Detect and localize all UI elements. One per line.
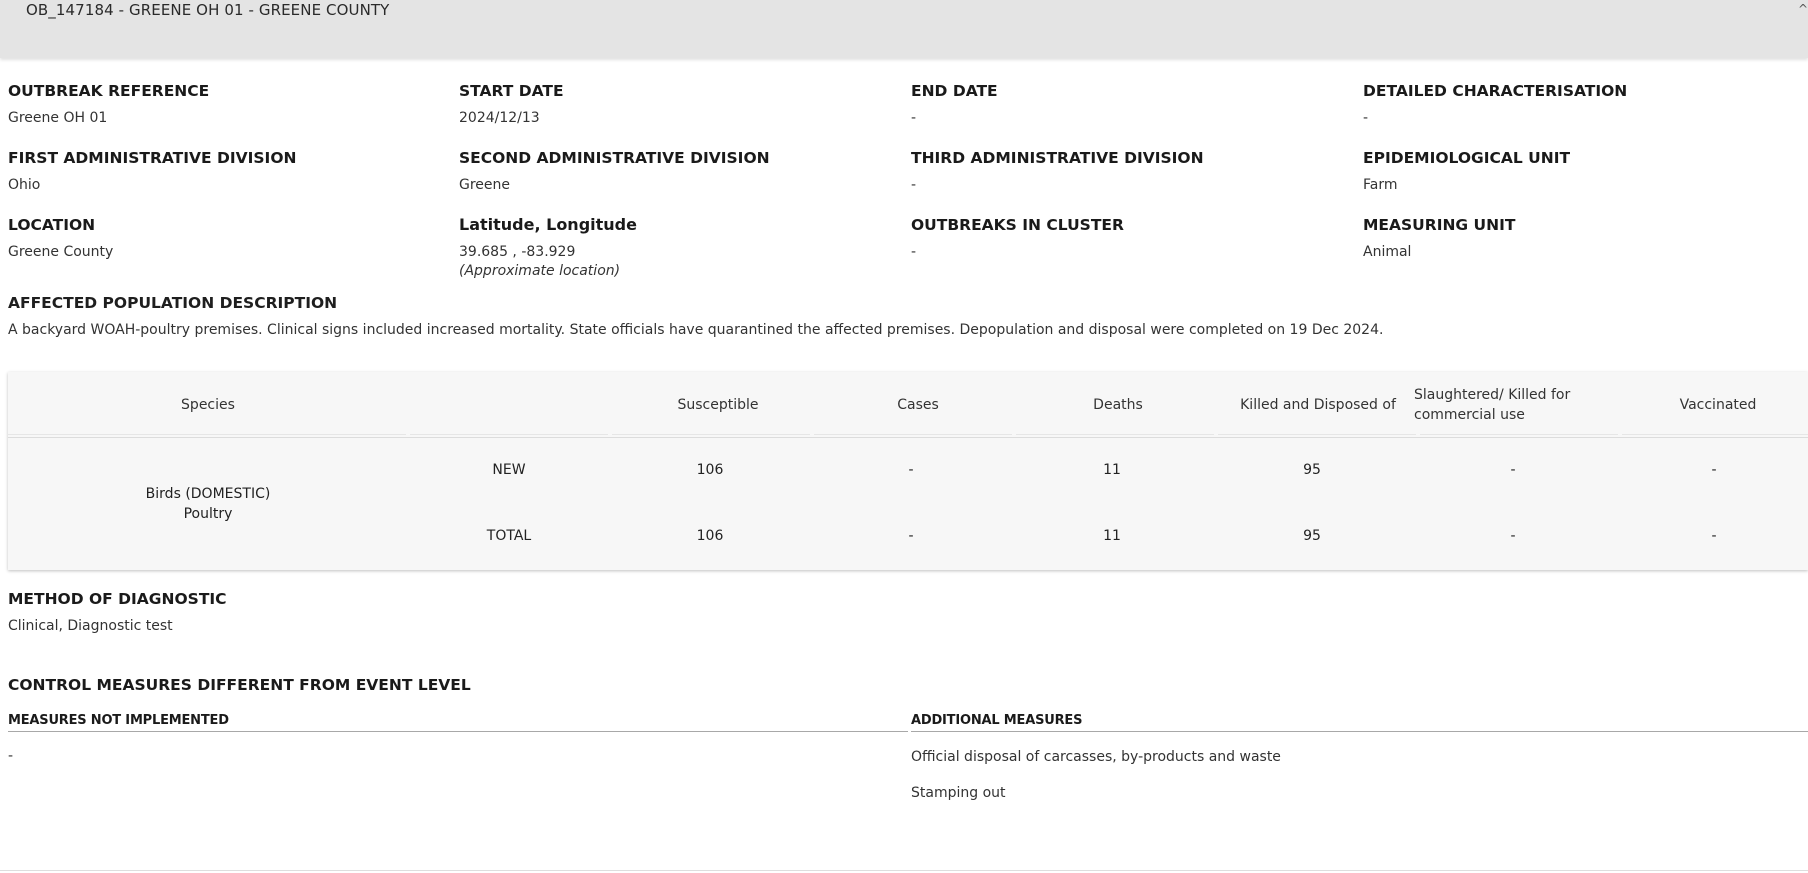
end-date-label: END DATE <box>911 82 998 100</box>
measures-not-implemented-label: MEASURES NOT IMPLEMENTED <box>8 713 229 728</box>
first-admin-division-value: Ohio <box>8 177 41 193</box>
header-cases: Cases <box>897 397 939 413</box>
start-date-value: 2024/12/13 <box>459 110 540 126</box>
field-first-admin-division: FIRST ADMINISTRATIVE DIVISION Ohio <box>8 149 296 193</box>
header-killed-disposed: Killed and Disposed of <box>1240 397 1396 413</box>
deaths-value: 11 <box>1103 528 1121 544</box>
killed-disposed-value: 95 <box>1303 462 1321 478</box>
end-date-value: - <box>911 110 917 126</box>
divider <box>8 731 908 732</box>
third-admin-division-value: - <box>911 177 917 193</box>
outbreak-reference-value: Greene OH 01 <box>8 110 108 126</box>
field-lat-long: Latitude, Longitude 39.685 , -83.929 (Ap… <box>459 215 637 279</box>
approximate-location-note: (Approximate location) <box>459 263 621 279</box>
field-end-date: END DATE - <box>911 82 998 126</box>
species-name: Birds (DOMESTIC) Poultry <box>145 486 271 522</box>
row-type: TOTAL <box>486 528 532 544</box>
lat-long-label: Latitude, Longitude <box>459 215 637 234</box>
header-slaughtered: Slaughtered/ Killed for commercial use <box>1414 387 1571 423</box>
epidemiological-unit-value: Farm <box>1363 177 1398 193</box>
deaths-value: 11 <box>1103 462 1121 478</box>
divider <box>911 731 1808 732</box>
divider <box>1622 434 1808 435</box>
additional-measure-item: Stamping out <box>911 785 1006 801</box>
outbreak-header[interactable]: OB_147184 - GREENE OH 01 - GREENE COUNTY… <box>0 0 1808 58</box>
field-outbreaks-in-cluster: OUTBREAKS IN CLUSTER - <box>911 216 1124 260</box>
susceptible-value: 106 <box>696 462 724 478</box>
row-type: NEW <box>492 462 526 478</box>
divider <box>1016 434 1214 435</box>
divider <box>8 434 406 435</box>
header-susceptible: Susceptible <box>677 397 759 413</box>
divider <box>0 870 1808 871</box>
slaughtered-value: - <box>1510 528 1516 544</box>
detailed-characterisation-value: - <box>1363 110 1369 126</box>
additional-measure-item: Official disposal of carcasses, by-produ… <box>911 749 1281 765</box>
measuring-unit-label: MEASURING UNIT <box>1363 216 1516 234</box>
header-species: Species <box>181 397 235 413</box>
header-vaccinated: Vaccinated <box>1679 397 1757 413</box>
first-admin-division-label: FIRST ADMINISTRATIVE DIVISION <box>8 149 297 167</box>
chevron-up-icon[interactable]: ^ <box>1798 2 1808 16</box>
outbreaks-in-cluster-label: OUTBREAKS IN CLUSTER <box>911 216 1124 234</box>
second-admin-division-label: SECOND ADMINISTRATIVE DIVISION <box>459 149 770 167</box>
field-start-date: START DATE 2024/12/13 <box>459 82 564 126</box>
additional-measures-label: ADDITIONAL MEASURES <box>911 713 1083 728</box>
location-label: LOCATION <box>8 216 96 234</box>
divider <box>1420 434 1618 435</box>
divider <box>410 434 608 435</box>
divider <box>814 434 1012 435</box>
measures-not-implemented-value: - <box>8 748 14 764</box>
control-measures-label: CONTROL MEASURES DIFFERENT FROM EVENT LE… <box>8 676 471 694</box>
affected-population-text: A backyard WOAH-poultry premises. Clinic… <box>8 322 1384 338</box>
lat-long-value: 39.685 , -83.929 <box>459 244 576 260</box>
field-outbreak-reference: OUTBREAK REFERENCE Greene OH 01 <box>8 82 209 126</box>
affected-population-label: AFFECTED POPULATION DESCRIPTION <box>8 294 338 312</box>
location-value: Greene County <box>8 244 114 260</box>
header-deaths: Deaths <box>1093 397 1143 413</box>
vaccinated-value: - <box>1711 528 1717 544</box>
field-epidemiological-unit: EPIDEMIOLOGICAL UNIT Farm <box>1363 149 1570 193</box>
measuring-unit-value: Animal <box>1363 244 1412 260</box>
divider <box>1218 434 1416 435</box>
field-third-admin-division: THIRD ADMINISTRATIVE DIVISION - <box>911 149 1204 193</box>
table-header: Species Susceptible Cases Deaths Killed … <box>8 372 1808 438</box>
species-table: Species Susceptible Cases Deaths Killed … <box>8 372 1808 570</box>
cases-value: - <box>908 462 914 478</box>
field-location: LOCATION Greene County <box>8 216 113 260</box>
killed-disposed-value: 95 <box>1303 528 1321 544</box>
second-admin-division-value: Greene <box>459 177 511 193</box>
third-admin-division-label: THIRD ADMINISTRATIVE DIVISION <box>911 149 1204 167</box>
start-date-label: START DATE <box>459 82 564 100</box>
method-of-diagnostic-value: Clinical, Diagnostic test <box>8 618 173 634</box>
cases-value: - <box>908 528 914 544</box>
susceptible-value: 106 <box>696 528 724 544</box>
detailed-characterisation-label: DETAILED CHARACTERISATION <box>1363 82 1628 100</box>
outbreaks-in-cluster-value: - <box>911 244 917 260</box>
field-second-admin-division: SECOND ADMINISTRATIVE DIVISION Greene <box>459 149 770 193</box>
epidemiological-unit-label: EPIDEMIOLOGICAL UNIT <box>1363 149 1571 167</box>
outbreak-reference-label: OUTBREAK REFERENCE <box>8 82 210 100</box>
slaughtered-value: - <box>1510 462 1516 478</box>
method-of-diagnostic-label: METHOD OF DIAGNOSTIC <box>8 590 227 608</box>
field-detailed-characterisation: DETAILED CHARACTERISATION - <box>1363 82 1627 126</box>
outbreak-title: OB_147184 - GREENE OH 01 - GREENE COUNTY <box>26 1 390 19</box>
vaccinated-value: - <box>1711 462 1717 478</box>
divider <box>612 434 810 435</box>
field-measuring-unit: MEASURING UNIT Animal <box>1363 216 1515 260</box>
